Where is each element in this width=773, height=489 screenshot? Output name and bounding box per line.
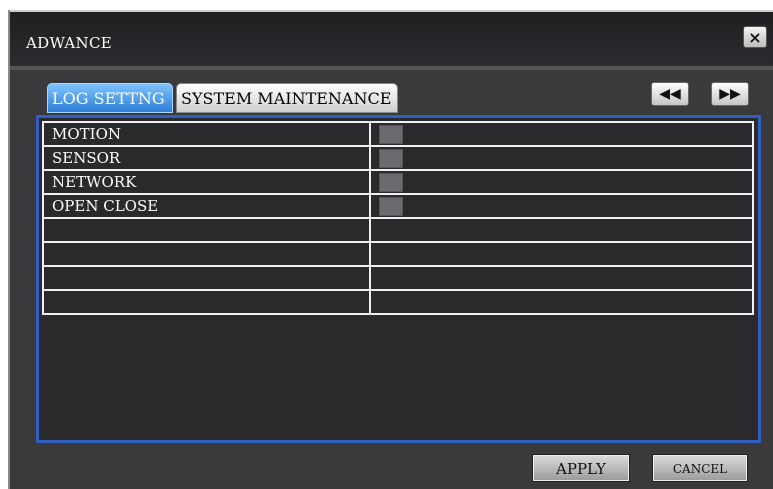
log-type-label: MOTION: [42, 121, 371, 147]
table-row: OPEN CLOSE: [42, 193, 754, 219]
title-bar: ADWANCE ×: [10, 10, 773, 68]
log-type-label: SENSOR: [42, 145, 371, 171]
tab-log-setting[interactable]: LOG SETTNG: [47, 83, 173, 113]
table-row: [42, 241, 754, 267]
fast-forward-icon: ▶▶: [719, 86, 741, 102]
log-enable-checkbox[interactable]: [379, 172, 403, 192]
next-page-button[interactable]: ▶▶: [711, 82, 749, 106]
cancel-button[interactable]: CANCEL: [652, 454, 748, 482]
previous-page-button[interactable]: ◀◀: [651, 82, 689, 106]
log-type-label: [42, 217, 371, 243]
tab-system-maintenance[interactable]: SYSTEM MAINTENANCE: [176, 83, 398, 113]
rewind-icon: ◀◀: [659, 86, 681, 102]
log-type-label: [42, 289, 371, 315]
log-settings-panel: MOTION SENSOR NETWORK OPEN CLOSE: [36, 115, 761, 443]
log-type-label: NETWORK: [42, 169, 371, 195]
log-toggle-cell: [369, 169, 754, 195]
log-toggle-cell: [369, 265, 754, 291]
table-row: [42, 217, 754, 243]
table-row: NETWORK: [42, 169, 754, 195]
log-type-label: [42, 241, 371, 267]
apply-button[interactable]: APPLY: [532, 454, 630, 482]
close-button[interactable]: ×: [743, 26, 767, 48]
close-icon: ×: [748, 27, 762, 47]
table-row: MOTION: [42, 121, 754, 147]
log-type-label: [42, 265, 371, 291]
dialog-body: LOG SETTNG SYSTEM MAINTENANCE ◀◀ ▶▶ MOTI…: [10, 66, 773, 489]
log-toggle-cell: [369, 193, 754, 219]
dialog-title: ADWANCE: [26, 34, 113, 52]
log-settings-table: MOTION SENSOR NETWORK OPEN CLOSE: [42, 121, 754, 315]
advance-dialog: ADWANCE × LOG SETTNG SYSTEM MAINTENANCE …: [8, 10, 773, 489]
log-type-label: OPEN CLOSE: [42, 193, 371, 219]
log-enable-checkbox[interactable]: [379, 196, 403, 216]
table-row: SENSOR: [42, 145, 754, 171]
log-toggle-cell: [369, 217, 754, 243]
log-enable-checkbox[interactable]: [379, 124, 403, 144]
log-toggle-cell: [369, 121, 754, 147]
log-toggle-cell: [369, 145, 754, 171]
log-enable-checkbox[interactable]: [379, 148, 403, 168]
log-toggle-cell: [369, 241, 754, 267]
table-row: [42, 265, 754, 291]
table-row: [42, 289, 754, 315]
log-toggle-cell: [369, 289, 754, 315]
